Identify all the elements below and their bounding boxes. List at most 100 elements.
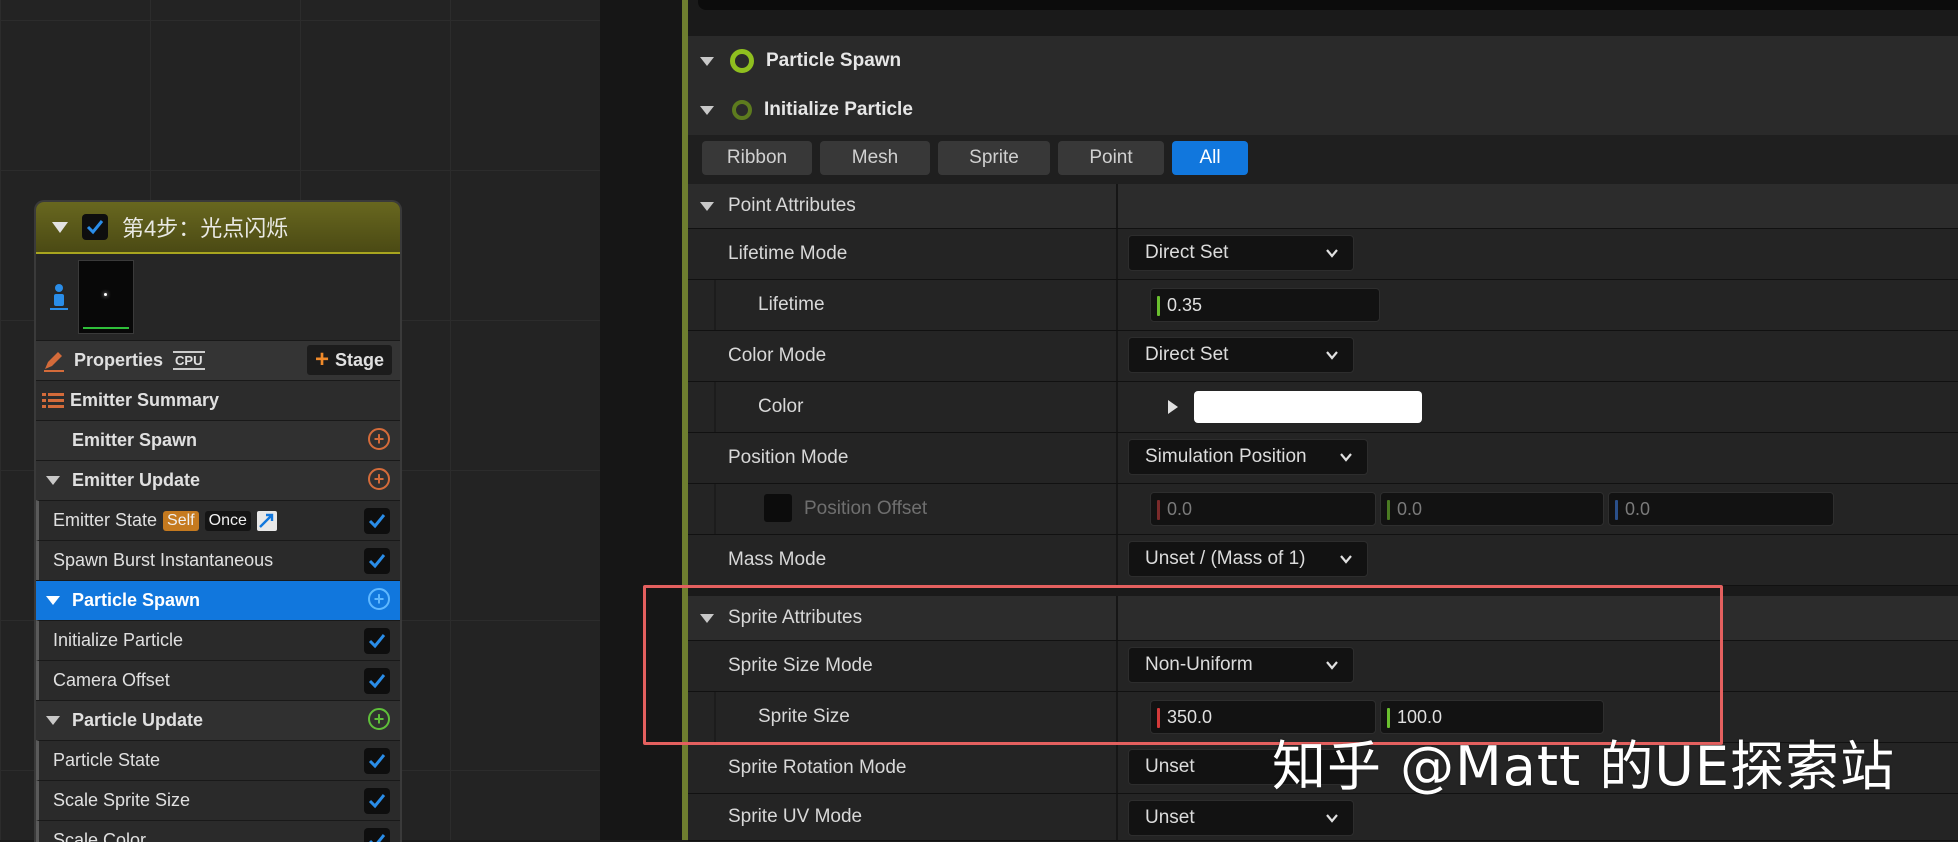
- category-point-attributes[interactable]: Point Attributes: [688, 184, 1958, 229]
- properties-row[interactable]: Properties CPU + Stage: [36, 340, 400, 380]
- lifetime-input[interactable]: 0.35: [1150, 288, 1380, 322]
- position-offset-x-input[interactable]: 0.0: [1150, 492, 1376, 526]
- mass-mode-dropdown[interactable]: Unset / (Mass of 1): [1128, 541, 1368, 577]
- emitter-summary-row[interactable]: Emitter Summary: [36, 380, 400, 420]
- field-value: 0.0: [1625, 498, 1651, 519]
- position-offset-checkbox[interactable]: [764, 494, 792, 522]
- sprite-size-mode-dropdown[interactable]: Non-Uniform: [1128, 647, 1354, 683]
- checkmark-icon: [368, 674, 386, 689]
- tab-sprite[interactable]: Sprite: [938, 141, 1050, 175]
- add-module-icon[interactable]: +: [368, 708, 390, 730]
- module-ring-icon: [732, 100, 752, 120]
- stage-row-emitter-update[interactable]: Emitter Update +: [36, 460, 400, 500]
- chevron-down-icon: [1340, 453, 1352, 462]
- row-label: Particle Update: [72, 710, 204, 730]
- collapse-arrow-icon[interactable]: [46, 716, 60, 725]
- module-enable-checkbox[interactable]: [364, 788, 390, 814]
- collapse-arrow-icon[interactable]: [700, 56, 714, 66]
- add-stage-button[interactable]: + Stage: [306, 345, 392, 375]
- module-row-emitter-state[interactable]: Emitter State Self Once: [36, 500, 400, 540]
- pencil-icon: [44, 351, 64, 372]
- checkmark-icon: [368, 554, 386, 569]
- emitter-node-header[interactable]: 第4步：光点闪烁: [36, 202, 400, 254]
- stage-row-particle-update[interactable]: Particle Update +: [36, 700, 400, 740]
- module-row-particle-state[interactable]: Particle State: [36, 740, 400, 780]
- expand-arrow-icon[interactable]: [1168, 400, 1178, 414]
- stage-row-particle-spawn[interactable]: Particle Spawn +: [36, 580, 400, 620]
- row-mass-mode: Mass Mode Unset / (Mass of 1): [688, 535, 1958, 586]
- module-row-camera-offset[interactable]: Camera Offset: [36, 660, 400, 700]
- group-initialize-particle[interactable]: Initialize Particle: [688, 85, 1958, 136]
- chevron-down-icon: [1326, 661, 1338, 670]
- add-module-icon[interactable]: +: [368, 428, 390, 450]
- checkmark-icon: [368, 514, 386, 529]
- tab-all[interactable]: All: [1172, 141, 1248, 175]
- row-position-offset: Position Offset 0.0 0.0 0.0: [688, 484, 1958, 535]
- color-mode-dropdown[interactable]: Direct Set: [1128, 337, 1354, 373]
- property-label: Color Mode: [728, 345, 827, 366]
- row-position-mode: Position Mode Simulation Position: [688, 433, 1958, 484]
- spacer: [688, 586, 1958, 596]
- group-particle-spawn[interactable]: Particle Spawn: [688, 36, 1958, 87]
- group-label: Initialize Particle: [764, 99, 913, 120]
- row-label: Emitter Spawn: [72, 430, 198, 450]
- color-swatch[interactable]: [1194, 391, 1422, 423]
- plus-icon: +: [314, 346, 329, 373]
- tab-ribbon[interactable]: Ribbon: [702, 141, 812, 175]
- row-label: Scale Sprite Size: [53, 790, 191, 810]
- property-label: Lifetime: [758, 294, 825, 315]
- stage-label: Stage: [334, 349, 384, 370]
- row-lifetime: Lifetime 0.35: [688, 280, 1958, 331]
- add-module-icon[interactable]: +: [368, 468, 390, 490]
- collapse-arrow-icon[interactable]: [700, 613, 714, 623]
- checkmark-icon: [368, 794, 386, 809]
- add-module-icon[interactable]: +: [368, 588, 390, 610]
- dropdown-value: Non-Uniform: [1145, 654, 1253, 675]
- collapse-arrow-icon[interactable]: [52, 221, 68, 233]
- module-enable-checkbox[interactable]: [364, 748, 390, 774]
- group-label: Particle Spawn: [766, 50, 902, 71]
- collapse-arrow-icon[interactable]: [46, 476, 60, 485]
- search-bar[interactable]: [698, 0, 1958, 10]
- checkmark-icon: [368, 634, 386, 649]
- tab-mesh[interactable]: Mesh: [820, 141, 930, 175]
- stage-row-emitter-spawn[interactable]: Emitter Spawn +: [36, 420, 400, 460]
- module-row-scale-color[interactable]: Scale Color: [36, 820, 400, 842]
- person-icon: [50, 284, 68, 310]
- row-label: Particle Spawn: [72, 590, 201, 610]
- chevron-down-icon: [1326, 249, 1338, 258]
- module-enable-checkbox[interactable]: [364, 668, 390, 694]
- scalability-icon[interactable]: [256, 510, 277, 531]
- collapse-arrow-icon[interactable]: [700, 201, 714, 211]
- tab-point[interactable]: Point: [1058, 141, 1164, 175]
- chevron-down-icon: [1326, 351, 1338, 360]
- module-enable-checkbox[interactable]: [364, 628, 390, 654]
- sprite-uv-mode-dropdown[interactable]: Unset: [1128, 800, 1354, 836]
- position-mode-dropdown[interactable]: Simulation Position: [1128, 439, 1368, 475]
- position-offset-z-input[interactable]: 0.0: [1608, 492, 1834, 526]
- category-sprite-attributes[interactable]: Sprite Attributes: [688, 596, 1958, 641]
- emitter-enable-checkbox[interactable]: [82, 214, 108, 240]
- checkmark-icon: [86, 220, 104, 235]
- checkmark-icon: [368, 754, 386, 769]
- lifetime-mode-dropdown[interactable]: Direct Set: [1128, 235, 1354, 271]
- properties-label: Properties: [74, 350, 164, 370]
- property-label: Sprite UV Mode: [728, 806, 863, 827]
- field-value: 350.0: [1167, 706, 1213, 727]
- module-row-initialize-particle[interactable]: Initialize Particle: [36, 620, 400, 660]
- collapse-arrow-icon[interactable]: [700, 105, 714, 115]
- property-label: Lifetime Mode: [728, 243, 848, 264]
- module-enable-checkbox[interactable]: [364, 508, 390, 534]
- emitter-node[interactable]: 第4步：光点闪烁 Properties CPU + Stage Emitter …: [34, 200, 402, 842]
- collapse-arrow-icon[interactable]: [46, 596, 60, 605]
- row-sprite-size-mode: Sprite Size Mode Non-Uniform: [688, 641, 1958, 692]
- chevron-down-icon: [1326, 814, 1338, 823]
- property-label: Position Mode: [728, 447, 849, 468]
- module-enable-checkbox[interactable]: [364, 548, 390, 574]
- row-label: Particle State: [53, 750, 161, 770]
- emitter-thumbnail-row: [36, 254, 400, 340]
- emitter-preview-thumbnail[interactable]: [78, 260, 134, 334]
- module-row-spawn-burst-instantaneous[interactable]: Spawn Burst Instantaneous: [36, 540, 400, 580]
- position-offset-y-input[interactable]: 0.0: [1380, 492, 1604, 526]
- module-row-scale-sprite-size[interactable]: Scale Sprite Size: [36, 780, 400, 820]
